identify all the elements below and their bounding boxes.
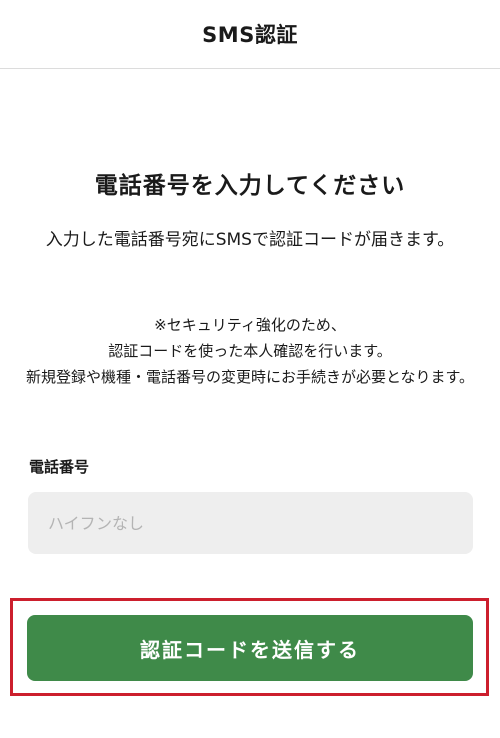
security-notice: ※セキュリティ強化のため、 認証コードを使った本人確認を行います。 新規登録や機… bbox=[20, 312, 480, 390]
app-header: SMS認証 bbox=[0, 0, 500, 69]
notice-line: ※セキュリティ強化のため、 bbox=[154, 316, 346, 334]
description-text: 入力した電話番号宛にSMSで認証コードが届きます。 bbox=[45, 230, 455, 250]
send-code-button[interactable]: 認証コードを送信する bbox=[27, 615, 473, 681]
page-title: SMS認証 bbox=[202, 23, 298, 47]
phone-number-input[interactable] bbox=[28, 492, 473, 554]
main-heading: 電話番号を入力してください bbox=[94, 173, 406, 199]
notice-line: 新規登録や機種・電話番号の変更時にお手続きが必要となります。 bbox=[25, 368, 475, 386]
phone-field-label: 電話番号 bbox=[29, 458, 90, 476]
notice-line: 認証コードを使った本人確認を行います。 bbox=[108, 342, 392, 360]
